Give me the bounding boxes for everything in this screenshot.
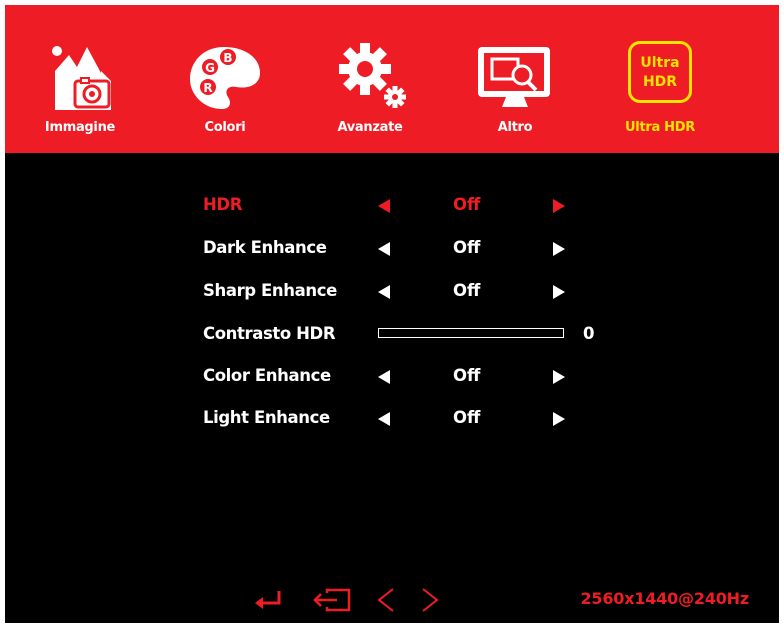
setting-value: Off — [453, 195, 481, 214]
setting-color-enhance[interactable]: Color Enhance Off — [203, 366, 623, 398]
tab-avanzate[interactable]: Avanzate — [305, 35, 435, 145]
next-icon[interactable] — [419, 587, 441, 613]
tab-label: Ultra HDR — [625, 120, 695, 135]
tab-colori[interactable]: G B R Colori — [160, 35, 290, 145]
ultra-hdr-badge-line1: Ultra — [640, 55, 680, 71]
palette-letter-g: G — [205, 61, 215, 75]
slider-value: 0 — [583, 324, 595, 343]
picture-icon — [15, 35, 145, 115]
setting-light-enhance[interactable]: Light Enhance Off — [203, 408, 623, 440]
palette-letter-b: B — [223, 51, 232, 65]
tab-label: Altro — [497, 120, 533, 135]
tab-label: Avanzate — [337, 120, 403, 135]
osd-menu: Immagine G B R Colori Avanzate Altro Ult… — [5, 5, 779, 623]
decrease-arrow-icon[interactable] — [378, 242, 390, 256]
setting-label: Color Enhance — [203, 366, 331, 385]
tab-altro[interactable]: Altro — [450, 35, 580, 145]
gears-icon — [305, 35, 435, 115]
setting-value: Off — [453, 281, 481, 300]
tab-immagine[interactable]: Immagine — [15, 35, 145, 145]
enter-icon[interactable] — [253, 587, 287, 613]
setting-sharp-enhance[interactable]: Sharp Enhance Off — [203, 281, 623, 313]
setting-label: Sharp Enhance — [203, 281, 337, 300]
setting-hdr[interactable]: HDR Off — [203, 195, 623, 227]
setting-value: Off — [453, 366, 481, 385]
ultra-hdr-badge: Ultra HDR — [628, 41, 692, 103]
tab-label: Immagine — [44, 120, 116, 135]
exit-icon[interactable] — [311, 587, 353, 613]
decrease-arrow-icon[interactable] — [378, 412, 390, 426]
monitor-search-icon — [450, 35, 580, 115]
increase-arrow-icon[interactable] — [553, 242, 565, 256]
palette-icon: G B R — [160, 35, 290, 115]
tab-label: Colori — [204, 120, 246, 135]
decrease-arrow-icon[interactable] — [378, 285, 390, 299]
setting-value: Off — [453, 408, 481, 427]
setting-contrasto-hdr[interactable]: Contrasto HDR 0 — [203, 324, 623, 356]
previous-icon[interactable] — [375, 587, 397, 613]
increase-arrow-icon[interactable] — [553, 370, 565, 384]
control-hints — [251, 587, 451, 613]
setting-dark-enhance[interactable]: Dark Enhance Off — [203, 238, 623, 270]
tab-ultra-hdr[interactable]: Ultra HDR Ultra HDR — [595, 35, 725, 145]
setting-label: HDR — [203, 195, 243, 214]
increase-arrow-icon[interactable] — [553, 412, 565, 426]
increase-arrow-icon[interactable] — [553, 285, 565, 299]
palette-letter-r: R — [203, 81, 212, 95]
setting-label: Contrasto HDR — [203, 324, 336, 343]
decrease-arrow-icon[interactable] — [378, 370, 390, 384]
setting-value: Off — [453, 238, 481, 257]
resolution-readout: 2560x1440@240Hz — [580, 589, 750, 608]
ultra-hdr-icon: Ultra HDR — [595, 35, 725, 115]
contrast-slider[interactable] — [378, 328, 564, 338]
increase-arrow-icon[interactable] — [553, 199, 565, 213]
setting-label: Dark Enhance — [203, 238, 327, 257]
decrease-arrow-icon[interactable] — [378, 199, 390, 213]
ultra-hdr-badge-line2: HDR — [642, 74, 678, 90]
setting-label: Light Enhance — [203, 408, 330, 427]
menu-tab-bar: Immagine G B R Colori Avanzate Altro Ult… — [5, 5, 779, 153]
